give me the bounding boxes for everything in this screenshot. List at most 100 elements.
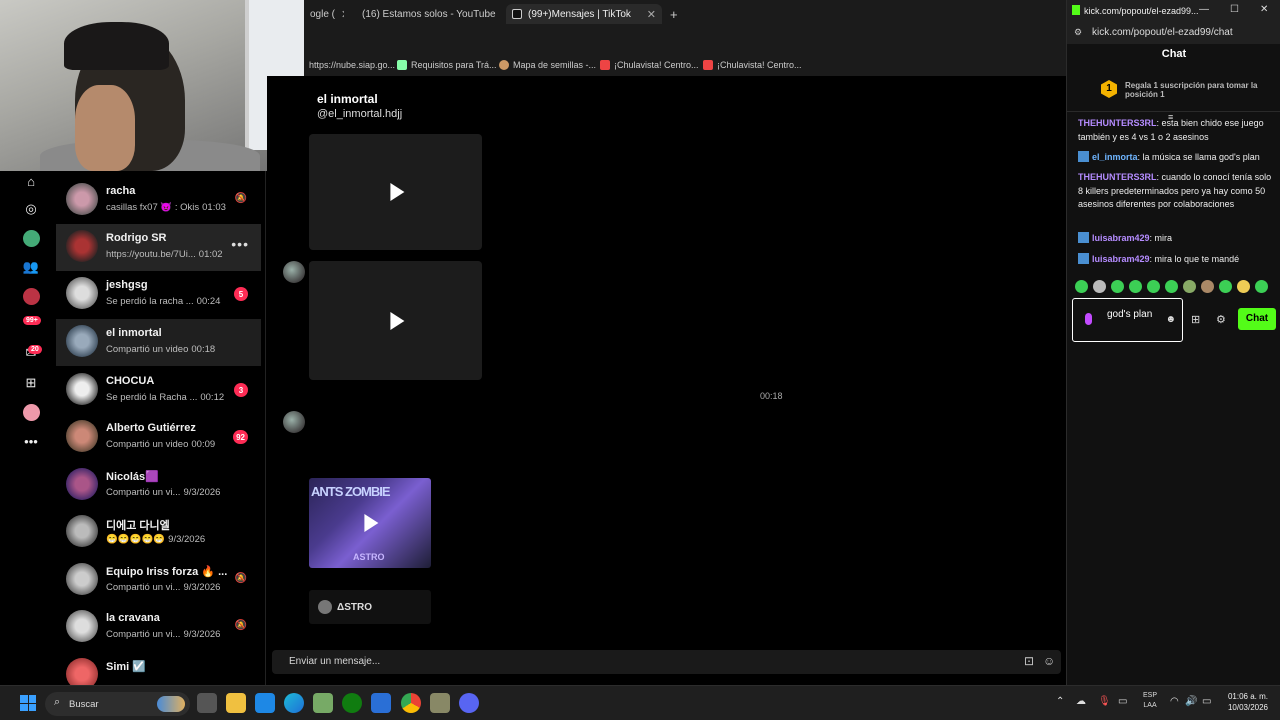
conversation-item[interactable]: 디에고 다니엘 😁😁😁😁😁 9/3/2026 bbox=[56, 509, 261, 556]
maximize-icon[interactable]: ☐ bbox=[1230, 4, 1239, 15]
discord-icon[interactable] bbox=[459, 693, 479, 713]
site-settings-icon[interactable]: ⚙ bbox=[1074, 27, 1082, 38]
chat-message: el_inmorta: la música se llama god's pla… bbox=[1078, 151, 1274, 165]
settings-icon[interactable]: ⚙ bbox=[1216, 313, 1226, 326]
conversation-item[interactable]: Nicolás🟪 Compartió un vi... 9/3/2026 bbox=[56, 462, 261, 509]
following-icon[interactable]: 👥 bbox=[21, 257, 41, 277]
chat-username[interactable]: THEHUNTERS3RL bbox=[1078, 118, 1157, 128]
live-avatar-icon[interactable] bbox=[21, 228, 41, 248]
emote-icon[interactable] bbox=[1255, 280, 1268, 293]
close-icon[interactable]: ✕ bbox=[1260, 4, 1268, 15]
xbox-icon[interactable] bbox=[342, 693, 362, 713]
sender-avatar[interactable] bbox=[283, 261, 305, 283]
upload-icon[interactable]: ⊞ bbox=[21, 373, 41, 393]
shared-video-card[interactable] bbox=[309, 134, 482, 250]
conversation-item[interactable]: Rodrigo SR https://youtu.be/7Ui... 01:02 … bbox=[56, 224, 261, 271]
conversation-item[interactable]: Simi ☑️ bbox=[56, 652, 261, 685]
onedrive-icon[interactable]: ☁ bbox=[1076, 696, 1086, 707]
file-explorer-icon[interactable] bbox=[226, 693, 246, 713]
edge-icon[interactable] bbox=[284, 693, 304, 713]
bookmark-item[interactable]: ¡Chulavista! Centro... bbox=[703, 60, 802, 70]
wifi-icon[interactable]: ◠ bbox=[1170, 696, 1179, 707]
bookmark-item[interactable]: ¡Chulavista! Centro... bbox=[600, 60, 699, 70]
outlook-icon[interactable] bbox=[371, 693, 391, 713]
profile-avatar[interactable] bbox=[21, 402, 41, 422]
bookmark-item[interactable]: Mapa de semillas -... bbox=[499, 60, 596, 70]
close-icon[interactable]: ✕ bbox=[341, 8, 344, 21]
emote-icon[interactable] bbox=[1201, 280, 1214, 293]
display-icon[interactable]: ▭ bbox=[1118, 696, 1127, 707]
emote-icon[interactable] bbox=[1129, 280, 1142, 293]
home-icon[interactable]: ⌂ bbox=[21, 171, 41, 191]
chat-username[interactable]: el_inmorta bbox=[1092, 152, 1138, 162]
search-label: Buscar bbox=[69, 699, 99, 710]
system-clock[interactable]: 01:06 a. m. 10/03/2026 bbox=[1224, 691, 1268, 713]
webcam-overlay bbox=[0, 0, 304, 171]
emote-icon[interactable] bbox=[1183, 280, 1196, 293]
emote-icon[interactable] bbox=[1075, 280, 1088, 293]
send-chat-button[interactable]: Chat bbox=[1238, 308, 1276, 330]
kick-chat-input[interactable]: god's plan ☻ bbox=[1072, 298, 1183, 342]
language-indicator[interactable]: ESP LAA bbox=[1143, 691, 1157, 711]
store-icon[interactable]: ⊞ bbox=[1191, 313, 1200, 326]
more-options-icon[interactable]: ••• bbox=[231, 236, 249, 252]
chat-contact-handle[interactable]: @el_inmortal.hdjj bbox=[317, 108, 402, 120]
task-view-icon[interactable] bbox=[197, 693, 217, 713]
battery-icon[interactable]: ▭ bbox=[1202, 696, 1211, 707]
shared-video-author[interactable]: ΔSTRO bbox=[309, 590, 431, 624]
shared-video-thumbnail[interactable]: ANTS ZOMBIE ASTRO bbox=[309, 478, 431, 568]
minecraft-icon[interactable] bbox=[313, 693, 333, 713]
minimize-icon[interactable]: — bbox=[1199, 4, 1209, 15]
sender-avatar[interactable] bbox=[283, 411, 305, 433]
emoji-icon[interactable]: ☻ bbox=[1165, 314, 1176, 325]
close-icon[interactable]: ✕ bbox=[647, 8, 656, 21]
emote-icon[interactable] bbox=[1147, 280, 1160, 293]
emote-icon[interactable] bbox=[1111, 280, 1124, 293]
conversation-item[interactable]: Equipo Iriss forza 🔥 ... Compartió un vi… bbox=[56, 557, 261, 604]
conversation-preview: Se perdió la racha ... 00:24 bbox=[106, 296, 221, 307]
emote-icon[interactable] bbox=[1165, 280, 1178, 293]
conversation-item[interactable]: Alberto Gutiérrez Compartió un video 00:0… bbox=[56, 414, 261, 461]
message-input[interactable]: Enviar un mensaje... ⊡ ☺ bbox=[272, 650, 1061, 674]
microphone-icon[interactable] bbox=[1085, 313, 1092, 325]
tab-google[interactable]: ogle ( ✕ bbox=[304, 4, 344, 24]
friends-avatar-icon[interactable] bbox=[21, 286, 41, 306]
chrome-icon[interactable] bbox=[401, 693, 421, 713]
chat-username[interactable]: THEHUNTERS3RL bbox=[1078, 172, 1157, 182]
tab-title: (99+)Mensajes | TikTok bbox=[528, 8, 631, 20]
conversation-item[interactable]: jeshgsg Se perdió la racha ... 00:24 5 bbox=[56, 271, 261, 318]
url-text[interactable]: kick.com/popout/el-ezad99/chat bbox=[1092, 27, 1233, 38]
chat-username[interactable]: luisabram429 bbox=[1092, 233, 1150, 243]
store-icon[interactable] bbox=[255, 693, 275, 713]
image-icon[interactable]: ⊡ bbox=[1024, 654, 1034, 668]
more-icon[interactable]: ••• bbox=[21, 431, 41, 451]
emoji-icon[interactable]: ☺ bbox=[1043, 654, 1055, 668]
tab-youtube[interactable]: (16) Estamos solos - YouTube ✕ bbox=[350, 4, 500, 24]
conversation-item[interactable]: racha casillas fx07 😈 : Okis 01:03 🔕 bbox=[56, 177, 261, 224]
emote-icon[interactable] bbox=[1237, 280, 1250, 293]
volume-icon[interactable]: 🔊 bbox=[1185, 696, 1197, 707]
chat-username[interactable]: luisabram429 bbox=[1092, 254, 1150, 264]
bookmark-item[interactable]: https://nube.siap.go... bbox=[309, 60, 395, 70]
shared-video-card[interactable] bbox=[309, 261, 482, 380]
gift-sub-promo[interactable]: 1 Regala 1 suscripción para tomar la pos… bbox=[1067, 72, 1280, 122]
windows-start-icon[interactable] bbox=[20, 695, 36, 711]
bookmark-item[interactable]: Requisitos para Trá... bbox=[397, 60, 497, 70]
conversation-item[interactable]: CHOCUA Se perdió la Racha ... 00:12 3 bbox=[56, 367, 261, 414]
new-tab-button[interactable]: + bbox=[664, 4, 684, 24]
microphone-icon[interactable]: 🎙 bbox=[1098, 696, 1111, 707]
emote-icon[interactable] bbox=[1093, 280, 1106, 293]
explore-icon[interactable]: ◎ bbox=[21, 199, 41, 219]
show-hidden-icons-icon[interactable]: ⌃ bbox=[1056, 696, 1064, 707]
game-icon[interactable] bbox=[430, 693, 450, 713]
play-icon bbox=[364, 514, 379, 532]
avatar bbox=[66, 658, 98, 685]
taskbar-search[interactable]: ⌕ Buscar bbox=[45, 692, 190, 716]
tab-tiktok[interactable]: (99+)Mensajes | TikTok ✕ bbox=[506, 4, 662, 24]
chat-contact-name[interactable]: el inmortal bbox=[317, 92, 378, 106]
conversation-item[interactable]: la cravana Compartió un vi... 9/3/2026 🔕 bbox=[56, 604, 261, 651]
conversation-name: 디에고 다니엘 bbox=[106, 520, 170, 532]
emote-icon[interactable] bbox=[1219, 280, 1232, 293]
conversation-item[interactable]: el inmortal Compartió un video 00:18 bbox=[56, 319, 261, 366]
message-input-placeholder: Enviar un mensaje... bbox=[289, 656, 381, 667]
